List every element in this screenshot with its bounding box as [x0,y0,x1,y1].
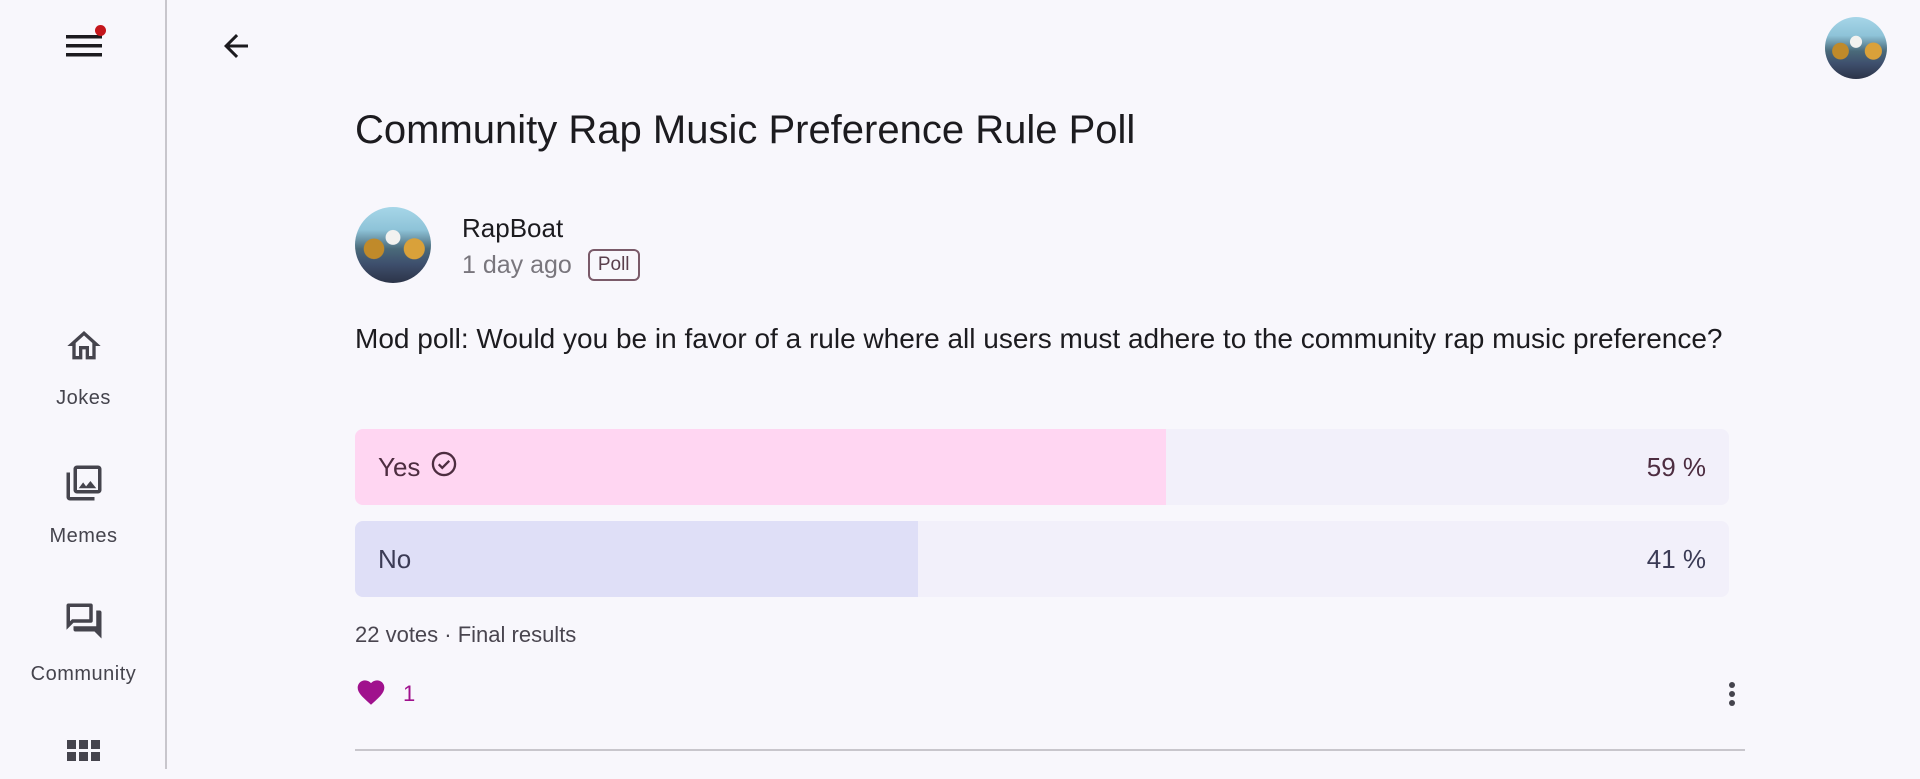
navigation-rail: Jokes Memes Community [0,0,167,769]
like-count: 1 [403,680,416,706]
poll-option-label: No [378,543,412,574]
rail-item-jokes[interactable]: Jokes [0,326,167,410]
divider [355,749,1745,751]
poll-badge: Poll [587,249,640,281]
author-avatar[interactable] [355,207,431,283]
post-title: Community Rap Music Preference Rule Poll [355,108,1136,152]
notification-dot [95,25,106,36]
more-vert-icon [1728,681,1736,712]
post-time: 1 day ago [462,250,572,279]
poll-option-fill [355,521,919,597]
post-meta: 1 day ago Poll [462,249,640,281]
like-button[interactable]: 1 [355,676,415,711]
photo-library-icon [63,462,105,509]
rail-item-memes[interactable]: Memes [0,462,167,548]
rail-item-label: Community [30,663,137,685]
rail-item-label: Memes [49,525,118,547]
poll-option-no[interactable]: No 41 % [355,521,1729,597]
apps-grid-icon [66,740,101,779]
home-icon [64,326,104,371]
poll-option-fill [355,429,1166,505]
user-avatar[interactable] [1825,17,1887,79]
menu-button[interactable] [59,22,109,72]
poll-option-percent: 59 % [1646,451,1706,482]
more-options-button[interactable] [1712,676,1752,716]
poll-question: Mod poll: Would you be in favor of a rul… [355,323,1723,354]
heart-icon [355,676,387,711]
menu-icon [66,31,102,64]
back-button[interactable] [210,22,262,74]
forum-icon [63,600,105,647]
arrow-back-icon [218,28,254,69]
poll-summary: 22 votes · Final results [355,622,577,647]
poll-option-label-group: No [378,521,411,597]
author-row: RapBoat 1 day ago Poll [355,207,955,285]
poll-option-yes[interactable]: Yes 59 % [355,429,1729,505]
poll-option-percent: 41 % [1646,543,1706,574]
rail-item-apps[interactable] [0,740,167,779]
rail-item-community[interactable]: Community [0,600,167,686]
poll-option-label-group: Yes [378,429,458,505]
poll-option-label: Yes [378,451,421,482]
avatar-image [1825,17,1887,79]
author-name[interactable]: RapBoat [462,213,563,244]
avatar-image [355,207,431,283]
rail-item-label: Jokes [56,387,111,409]
check-circle-icon [430,450,458,485]
